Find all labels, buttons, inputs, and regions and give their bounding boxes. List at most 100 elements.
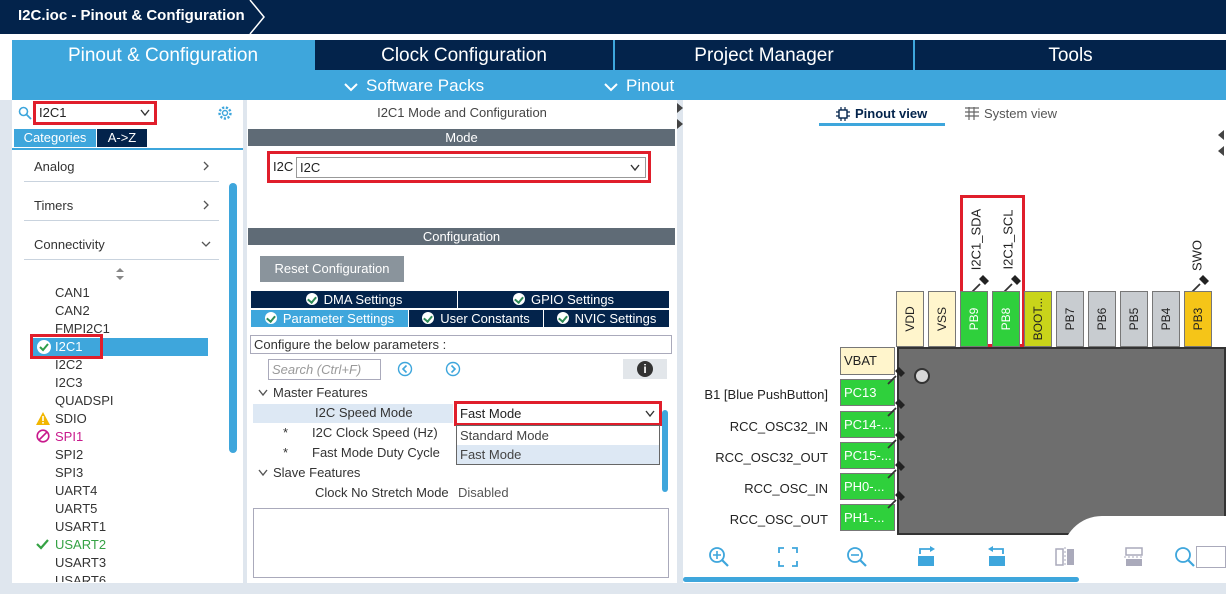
pin-label: PB7 (1063, 307, 1077, 331)
rotate-right-icon[interactable] (916, 546, 938, 568)
list-item[interactable]: SPI3 (55, 464, 83, 482)
chevron-down-icon[interactable] (258, 469, 268, 477)
speed-mode-value: Fast Mode (460, 406, 522, 421)
flip-vertical-icon[interactable] (1123, 546, 1145, 568)
next-icon[interactable] (445, 361, 461, 377)
tab-nvic-settings[interactable]: NVIC Settings (544, 310, 669, 327)
category-connectivity[interactable]: Connectivity (24, 230, 219, 260)
list-item[interactable]: USART2 (55, 536, 106, 554)
collapse-handle-icon[interactable] (677, 101, 683, 131)
tab-parameter-settings[interactable]: Parameter Settings (251, 310, 408, 327)
pin-vdd[interactable]: VDD (896, 291, 924, 347)
chip-icon (836, 107, 850, 121)
software-packs-label: Software Packs (366, 76, 485, 95)
list-item[interactable]: I2C2 (55, 356, 82, 374)
dropdown-option[interactable]: Fast Mode (457, 445, 659, 464)
tab-dma-settings[interactable]: DMA Settings (251, 291, 457, 308)
tab-project-manager[interactable]: Project Manager (615, 40, 913, 70)
dropdown-option[interactable]: Standard Mode (457, 426, 659, 445)
list-item[interactable]: I2C3 (55, 374, 82, 392)
pushpin-icon (887, 491, 905, 509)
list-item[interactable]: SPI1 (55, 428, 83, 446)
component-search-input[interactable]: I2C1 (33, 101, 157, 125)
scrollbar[interactable] (662, 410, 668, 492)
breadcrumb-title[interactable]: I2C.ioc - Pinout & Configuration (0, 0, 262, 34)
parameter-search-input[interactable]: Search (Ctrl+F) (268, 359, 381, 380)
chevron-right-icon (203, 200, 209, 210)
pin-pb5[interactable]: PB5 (1120, 291, 1148, 347)
zoom-out-icon[interactable] (846, 546, 868, 568)
collapse-handle-icon[interactable] (1212, 128, 1224, 158)
category-label: Timers (34, 198, 74, 213)
list-item[interactable]: CAN2 (55, 302, 90, 320)
search-icon[interactable] (1174, 546, 1196, 568)
gear-icon[interactable] (216, 104, 234, 122)
pin-label: PB6 (1095, 307, 1109, 331)
tab-tools[interactable]: Tools (915, 40, 1226, 70)
rotate-left-icon[interactable] (985, 546, 1007, 568)
pin-boot0[interactable]: BOOT... (1024, 291, 1052, 347)
mode-select[interactable]: I2C (296, 157, 646, 178)
bottom-gutter (0, 583, 1226, 594)
pin-pb3[interactable]: PB3 (1184, 291, 1212, 347)
scrollbar[interactable] (229, 183, 237, 453)
param-name: Fast Mode Duty Cycle (312, 445, 440, 460)
pinout-search-input[interactable] (1196, 546, 1226, 568)
previous-icon[interactable] (397, 361, 413, 377)
list-item[interactable]: CAN1 (55, 284, 90, 302)
list-item[interactable]: USART3 (55, 554, 106, 572)
list-item[interactable]: SDIO (55, 410, 87, 428)
pinout-menu[interactable]: Pinout (604, 74, 674, 98)
disabled-icon (36, 429, 50, 443)
chevron-down-icon[interactable] (258, 389, 268, 397)
software-packs-menu[interactable]: Software Packs (344, 74, 484, 98)
list-item-i2c1[interactable]: I2C1 (55, 338, 82, 356)
left-gutter (0, 100, 12, 594)
pushpin-icon (887, 399, 905, 417)
pin-pb9[interactable]: PB9 (960, 291, 988, 347)
pinout-view-tab[interactable]: Pinout view (855, 106, 927, 121)
zoom-in-icon[interactable] (708, 546, 730, 568)
sort-icon[interactable] (115, 268, 125, 280)
reset-configuration-button[interactable]: Reset Configuration (260, 256, 404, 282)
check-circle-icon (422, 312, 435, 324)
category-timers[interactable]: Timers (24, 191, 219, 221)
tab-clock-configuration[interactable]: Clock Configuration (315, 40, 613, 70)
category-label: Connectivity (34, 237, 105, 252)
speed-mode-select[interactable]: Fast Mode (454, 401, 662, 426)
param-name: I2C Clock Speed (Hz) (312, 425, 438, 440)
pin-pb4[interactable]: PB4 (1152, 291, 1180, 347)
group-slave-features[interactable]: Slave Features (273, 463, 360, 483)
list-item[interactable]: FMPI2C1 (55, 320, 110, 338)
list-item[interactable]: USART1 (55, 518, 106, 536)
mcu-chip-body (897, 347, 1226, 535)
pin-vss[interactable]: VSS (928, 291, 956, 347)
speed-mode-dropdown: Standard Mode Fast Mode (456, 425, 660, 465)
pin-pb6[interactable]: PB6 (1088, 291, 1116, 347)
param-value[interactable]: Disabled (458, 483, 509, 503)
tab-user-constants[interactable]: User Constants (409, 310, 543, 327)
scrollbar-horizontal[interactable] (683, 577, 1079, 582)
system-view-tab[interactable]: System view (984, 106, 1057, 121)
info-button[interactable]: i (623, 359, 667, 379)
list-item[interactable]: UART5 (55, 500, 97, 518)
list-item[interactable]: QUADSPI (55, 392, 114, 410)
required-star: * (283, 425, 289, 440)
flip-horizontal-icon[interactable] (1054, 546, 1076, 568)
tab-categories[interactable]: Categories (14, 129, 96, 147)
category-analog[interactable]: Analog (24, 152, 219, 182)
mode-select-value: I2C (300, 160, 321, 175)
group-master-features[interactable]: Master Features (273, 383, 368, 403)
list-item[interactable]: SPI2 (55, 446, 83, 464)
tab-a-z[interactable]: A->Z (97, 129, 147, 147)
list-item-clipped[interactable]: USART6 (55, 572, 106, 582)
pin-pb8[interactable]: PB8 (992, 291, 1020, 347)
tab-pinout-configuration[interactable]: Pinout & Configuration (12, 40, 314, 70)
param-name: I2C Speed Mode (315, 405, 413, 420)
pin-pb7[interactable]: PB7 (1056, 291, 1084, 347)
signal-label: RCC_OSC32_IN (729, 419, 828, 434)
fit-to-screen-icon[interactable] (777, 546, 799, 568)
list-item[interactable]: UART4 (55, 482, 97, 500)
tab-gpio-settings[interactable]: GPIO Settings (458, 291, 669, 308)
pushpin-icon (887, 461, 905, 479)
